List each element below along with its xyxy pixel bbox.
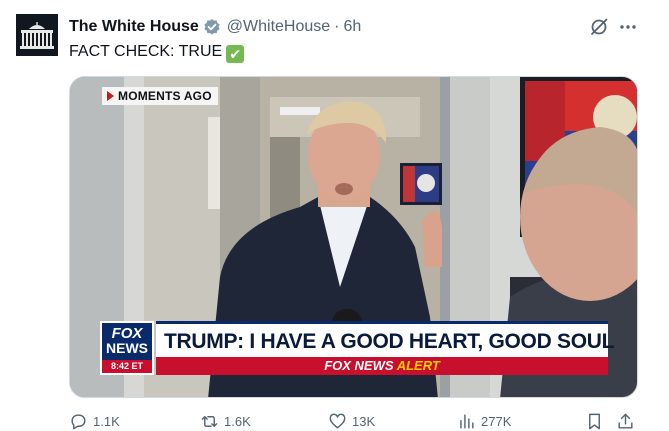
tweet-body: FACT CHECK: TRUE: [69, 43, 223, 60]
bookmark-button[interactable]: [585, 410, 609, 431]
grok-icon[interactable]: [588, 16, 610, 38]
views-bar-chart-icon: [460, 413, 474, 429]
bookmark-icon: [589, 413, 600, 429]
alert-bar: FOX NEWS ALERT: [156, 357, 608, 375]
headline-bar: TRUMP: I HAVE A GOOD HEART, GOOD SOUL: [156, 321, 614, 357]
moments-ago-badge: MOMENTS AGO: [102, 87, 218, 105]
avatar[interactable]: [16, 14, 58, 56]
alert-word: ALERT: [396, 358, 440, 373]
verified-badge-icon[interactable]: [203, 18, 221, 36]
check-mark-emoji-icon: ✔: [226, 45, 245, 63]
news-headline: TRUMP: I HAVE A GOOD HEART, GOOD SOUL: [164, 330, 615, 353]
views-button[interactable]: 277K: [457, 410, 511, 431]
tweet-actions: 1.1K 1.6K 13K 277K: [69, 410, 641, 431]
red-triangle-icon: [107, 91, 114, 101]
tweet[interactable]: The White House @WhiteHouse · 6h FACT CH…: [0, 0, 669, 431]
repost-button[interactable]: 1.6K: [200, 410, 251, 431]
news-lower-third: FOX NEWS 8:42 ET TRUMP: I HAVE A GOOD HE…: [100, 321, 614, 375]
handle[interactable]: @WhiteHouse: [227, 18, 330, 36]
more-dots-icon[interactable]: [617, 16, 639, 38]
fox-logo-line2: NEWS: [106, 340, 148, 356]
reply-button[interactable]: 1.1K: [69, 410, 120, 431]
share-icon: [618, 413, 633, 429]
display-name[interactable]: The White House: [69, 18, 199, 36]
tweet-header: The White House @WhiteHouse · 6h: [69, 16, 361, 38]
like-count: 13K: [352, 413, 376, 429]
alert-brand: FOX NEWS: [324, 358, 394, 373]
retweet-icon: [201, 415, 218, 427]
reply-count: 1.1K: [93, 413, 120, 429]
reply-icon: [71, 413, 86, 429]
fox-logo-line1: FOX: [111, 325, 143, 342]
broadcast-time: 8:42 ET: [102, 360, 152, 373]
tweet-text: FACT CHECK: TRUE ✔: [69, 42, 245, 63]
fox-news-logo: FOX NEWS 8:42 ET: [100, 321, 154, 375]
repost-count: 1.6K: [224, 413, 251, 429]
timestamp[interactable]: 6h: [344, 18, 362, 36]
white-house-logo-icon: [16, 14, 58, 56]
separator-dot: ·: [334, 18, 340, 35]
like-button[interactable]: 13K: [328, 410, 375, 431]
views-count: 277K: [481, 413, 512, 429]
share-button[interactable]: [616, 410, 640, 431]
video-media[interactable]: MOMENTS AGO FOX NEWS 8:42 ET TRUMP: I HA…: [69, 76, 638, 398]
heart-icon: [329, 413, 346, 429]
moments-ago-text: MOMENTS AGO: [118, 89, 212, 103]
